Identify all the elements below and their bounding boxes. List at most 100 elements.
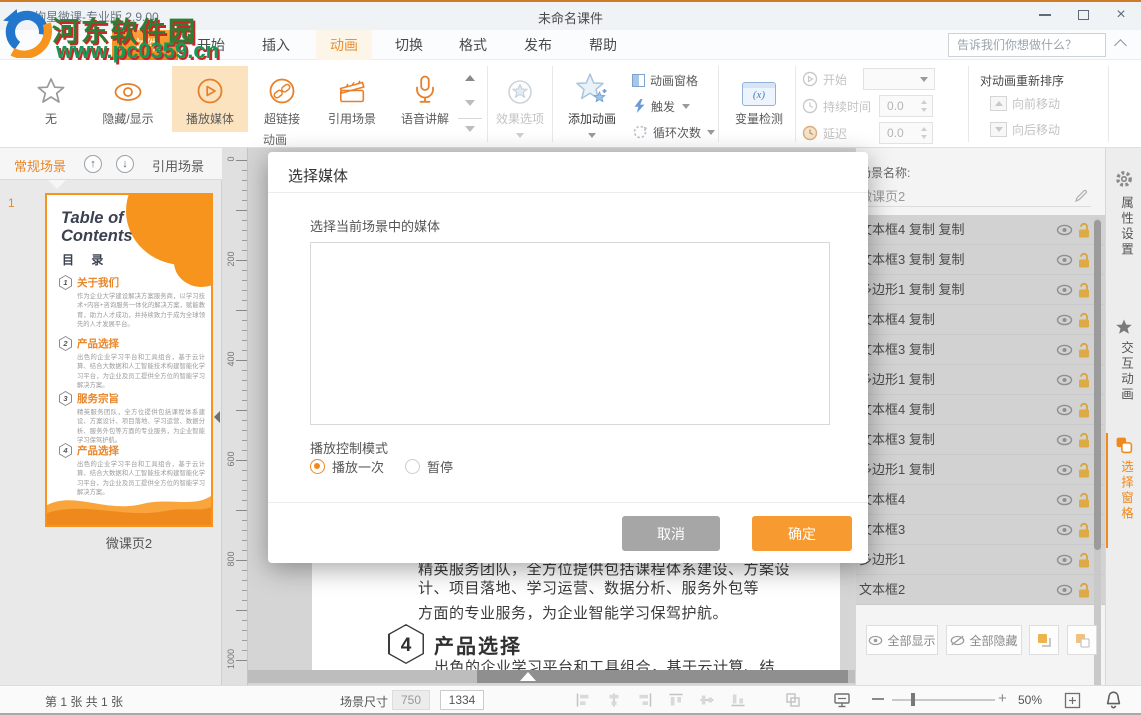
layer-row[interactable]: 文本框4 复制 (856, 395, 1106, 425)
tab-publish[interactable]: 发布 (510, 30, 566, 60)
search-input[interactable] (948, 33, 1106, 57)
horizontal-scrollbar[interactable] (248, 670, 855, 683)
bring-forward-button[interactable] (1029, 625, 1059, 655)
trigger-button[interactable]: 触发 (632, 95, 690, 117)
minimize-button[interactable] (1030, 2, 1060, 28)
selection-pane-icon[interactable] (1115, 436, 1133, 454)
tab-transition[interactable]: 切换 (381, 30, 437, 60)
align-right-icon[interactable] (637, 692, 653, 708)
tab-format[interactable]: 格式 (445, 30, 501, 60)
ribbon-more-button[interactable] (458, 118, 482, 138)
play-media-button[interactable]: 播放媒体 (172, 66, 248, 132)
voice-narration-button[interactable]: 语音讲解 (392, 66, 458, 132)
lock-icon[interactable] (1075, 222, 1092, 239)
panel-collapse-handle[interactable] (212, 404, 222, 430)
radio-play-once[interactable]: 播放一次 (310, 457, 384, 476)
zoom-slider-track[interactable] (892, 699, 995, 701)
layer-row[interactable]: 文本框3 (856, 515, 1106, 545)
layer-row[interactable]: 文本框4 复制 复制 (856, 215, 1106, 245)
effect-options-button[interactable]: 效果选项 (492, 66, 548, 132)
tab-animation[interactable]: 动画 (316, 30, 372, 60)
visibility-eye-icon[interactable] (1056, 524, 1073, 536)
start-mode-dropdown[interactable] (863, 68, 935, 90)
maximize-button[interactable] (1068, 2, 1098, 28)
reference-scene-button[interactable]: 引用场景 (316, 66, 388, 132)
layer-row[interactable]: 多边形1 (856, 545, 1106, 575)
present-icon[interactable] (833, 691, 851, 709)
ribbon-scroll-down[interactable] (458, 93, 482, 113)
lock-icon[interactable] (1075, 282, 1092, 299)
layer-row[interactable]: 多边形1 复制 复制 (856, 275, 1106, 305)
tab-help[interactable]: 帮助 (575, 30, 631, 60)
media-listbox[interactable] (310, 242, 830, 425)
layer-row[interactable]: 多边形1 复制 (856, 455, 1106, 485)
zoom-slider-thumb[interactable] (911, 693, 915, 706)
visibility-eye-icon[interactable] (1056, 314, 1073, 326)
visibility-eye-icon[interactable] (1056, 284, 1073, 296)
lock-icon[interactable] (1075, 312, 1092, 329)
confirm-button[interactable]: 确定 (752, 516, 852, 551)
radio-pause[interactable]: 暂停 (405, 457, 453, 476)
fit-to-window-icon[interactable] (1063, 691, 1082, 710)
align-center-icon[interactable] (606, 692, 622, 708)
layer-row[interactable]: 文本框3 复制 (856, 425, 1106, 455)
visibility-eye-icon[interactable] (1056, 254, 1073, 266)
visibility-eye-icon[interactable] (1056, 494, 1073, 506)
hyperlink-button[interactable]: 超链接 (252, 66, 312, 132)
group-objects-icon[interactable] (785, 692, 801, 708)
tab-reference-scenes[interactable]: 引用场景 (152, 156, 204, 175)
lock-icon[interactable] (1075, 492, 1092, 509)
layer-row[interactable]: 文本框2 (856, 575, 1106, 605)
tab-home[interactable]: 开始 (183, 30, 239, 60)
gear-icon[interactable] (1115, 170, 1133, 188)
lock-icon[interactable] (1075, 582, 1092, 599)
move-backward-button[interactable]: 向后移动 (990, 118, 1060, 140)
hide-all-button[interactable]: 全部隐藏 (946, 625, 1022, 655)
align-left-icon[interactable] (575, 692, 591, 708)
align-top-icon[interactable] (668, 692, 684, 708)
visibility-eye-icon[interactable] (1056, 554, 1073, 566)
visibility-eye-icon[interactable] (1056, 404, 1073, 416)
file-menu-button[interactable]: 文件 (112, 30, 178, 60)
ribbon-scroll-up[interactable] (458, 68, 482, 88)
slide-thumbnail[interactable]: Table of Contents 目 录 1关于我们 作为企业大学建设解决方案… (45, 193, 213, 527)
hide-show-button[interactable]: 隐藏/显示 (88, 66, 168, 132)
lock-icon[interactable] (1075, 372, 1092, 389)
collapse-up-icon[interactable] (520, 672, 536, 681)
tab-insert[interactable]: 插入 (248, 30, 304, 60)
visibility-eye-icon[interactable] (1056, 224, 1073, 236)
cancel-button[interactable]: 取消 (622, 516, 720, 551)
zoom-in-button[interactable]: + (998, 690, 1007, 707)
lock-icon[interactable] (1075, 432, 1092, 449)
zoom-out-button[interactable] (872, 698, 884, 700)
loop-count-button[interactable]: 循环次数 (632, 121, 715, 143)
layer-row[interactable]: 文本框3 复制 复制 (856, 245, 1106, 275)
move-scene-down-button[interactable]: ↓ (116, 155, 134, 173)
duration-input[interactable]: 0.0 (879, 95, 933, 117)
align-bottom-icon[interactable] (730, 692, 746, 708)
animation-pane-button[interactable]: 动画窗格 (632, 69, 698, 91)
lock-icon[interactable] (1075, 402, 1092, 419)
lock-icon[interactable] (1075, 342, 1092, 359)
visibility-eye-icon[interactable] (1056, 434, 1073, 446)
layer-row[interactable]: 多边形1 复制 (856, 365, 1106, 395)
lock-icon[interactable] (1075, 252, 1092, 269)
show-all-button[interactable]: 全部显示 (866, 625, 938, 655)
add-animation-button[interactable]: 添加动画 (558, 66, 626, 132)
scene-width-input[interactable] (392, 690, 430, 710)
scrollbar-thumb[interactable] (1094, 220, 1101, 550)
layer-row[interactable]: 文本框4 复制 (856, 305, 1106, 335)
selection-pane-tab[interactable]: 选择窗格 (1117, 460, 1136, 522)
delay-input[interactable]: 0.0 (879, 122, 933, 144)
animation-none-button[interactable]: 无 (22, 66, 80, 132)
move-forward-button[interactable]: 向前移动 (990, 92, 1060, 114)
visibility-eye-icon[interactable] (1056, 464, 1073, 476)
notification-bell-icon[interactable] (1104, 690, 1123, 710)
visibility-eye-icon[interactable] (1056, 584, 1073, 596)
star-icon[interactable] (1115, 318, 1133, 336)
move-scene-up-button[interactable]: ↑ (84, 155, 102, 173)
send-backward-button[interactable] (1067, 625, 1097, 655)
visibility-eye-icon[interactable] (1056, 374, 1073, 386)
close-button[interactable]: × (1106, 2, 1136, 28)
align-middle-icon[interactable] (699, 692, 715, 708)
